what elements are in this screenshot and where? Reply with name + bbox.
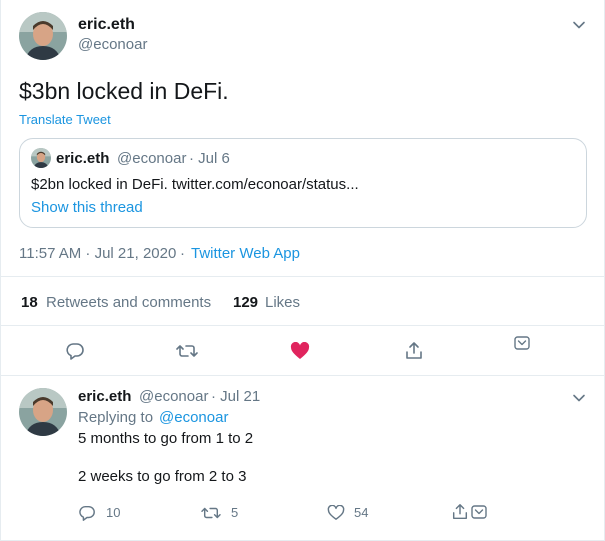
heart-icon[interactable] [327, 505, 345, 521]
share-icon[interactable] [451, 503, 469, 521]
replying-to-label: Replying to [78, 409, 154, 426]
retweet-count: 5 [231, 505, 239, 520]
tweet-timestamp[interactable]: 11:57 AM · Jul 21, 2020 [19, 245, 176, 262]
quoted-author-name: eric.eth [56, 150, 110, 167]
divider [1, 325, 605, 326]
quoted-avatar [31, 148, 51, 168]
reply-author-name[interactable]: eric.eth [78, 388, 131, 405]
reply-author-handle[interactable]: @econoar [139, 388, 208, 405]
likes-count[interactable]: 129 [233, 294, 258, 311]
like-count: 54 [354, 505, 369, 520]
bookmark-menu-icon[interactable] [471, 505, 487, 519]
share-icon[interactable] [404, 341, 424, 361]
timestamp-separator: · [180, 245, 185, 262]
tweet-text: $3bn locked in DeFi. [19, 78, 229, 104]
author-name[interactable]: eric.eth [78, 16, 135, 34]
reply-icon[interactable] [65, 341, 85, 361]
quoted-text: $2bn locked in DeFi. twitter.com/econoar… [31, 176, 359, 193]
show-thread-link[interactable]: Show this thread [31, 199, 143, 216]
avatar[interactable] [19, 12, 67, 60]
reply-text-line2: 2 weeks to go from 2 to 3 [78, 468, 247, 485]
quoted-author-handle: @econoar [117, 150, 187, 167]
chevron-down-icon[interactable] [572, 18, 586, 32]
retweet-icon[interactable] [176, 341, 198, 361]
divider [1, 375, 605, 376]
tweet-thread: eric.eth @econoar $3bn locked in DeFi. T… [0, 0, 605, 541]
reply-text-line1: 5 months to go from 1 to 2 [78, 430, 254, 447]
reply-date[interactable]: · Jul 21 [211, 388, 260, 405]
divider [1, 276, 605, 277]
tweet-source[interactable]: Twitter Web App [191, 245, 300, 262]
quoted-date: · Jul 6 [189, 150, 230, 167]
author-handle[interactable]: @econoar [78, 36, 147, 53]
reply-icon[interactable] [78, 504, 96, 522]
reply-count: 10 [106, 505, 121, 520]
replying-to-handle[interactable]: @econoar [159, 409, 228, 426]
heart-icon[interactable] [290, 342, 310, 360]
retweet-icon[interactable] [201, 504, 221, 522]
reply-avatar[interactable] [19, 388, 67, 436]
retweets-label[interactable]: Retweets and comments [46, 294, 211, 311]
retweets-count[interactable]: 18 [21, 294, 38, 311]
likes-label[interactable]: Likes [265, 294, 300, 311]
bookmark-menu-icon[interactable] [514, 336, 530, 350]
chevron-down-icon[interactable] [572, 391, 586, 405]
translate-tweet-link[interactable]: Translate Tweet [19, 112, 111, 127]
